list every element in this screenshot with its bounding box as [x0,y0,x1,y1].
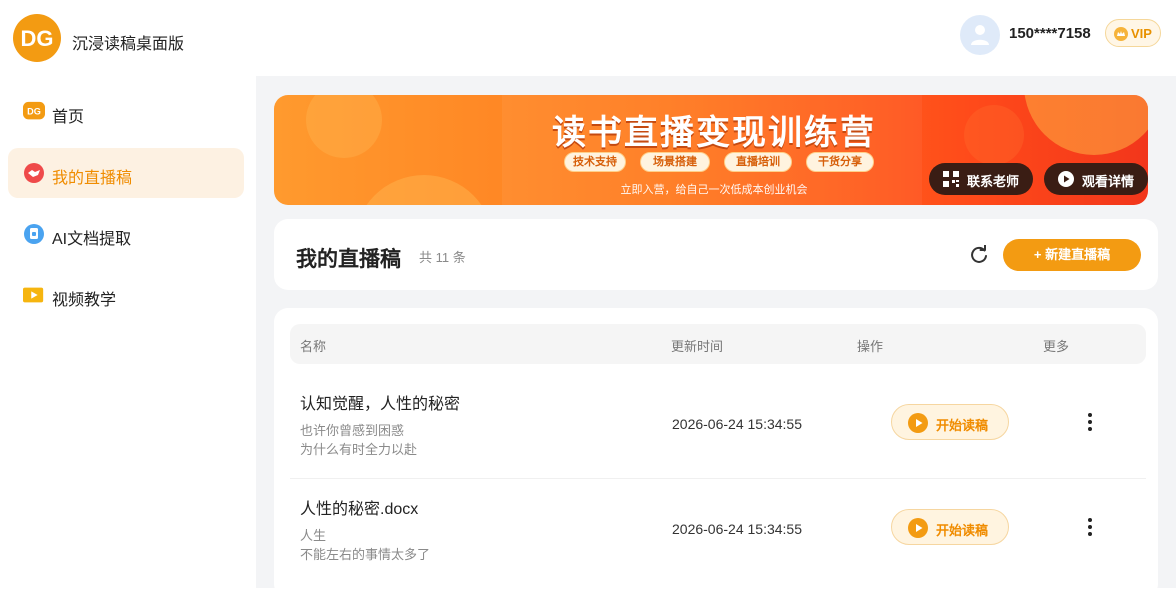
banner-tag: 直播培训 [724,152,792,172]
banner-tag: 技术支持 [564,152,626,172]
script-preview-line: 人生 [300,528,327,543]
qrcode-icon [943,171,959,187]
table-row[interactable]: 人性的秘密.docx 人生 不能左右的事情太多了 2026-06-24 15:3… [290,478,1146,583]
column-header-updated: 更新时间 [671,339,724,354]
column-header-name: 名称 [300,339,327,354]
sidebar-item-label: 视频教学 [52,292,117,309]
watch-details-label: 观看详情 [1082,174,1135,189]
sidebar-item-my-scripts[interactable]: 我的直播稿 [8,148,244,198]
sidebar-item-home[interactable]: DG 首页 [8,87,244,137]
updated-time: 2026-06-24 15:34:55 [672,521,802,537]
table-header: 名称 更新时间 操作 更多 [290,324,1146,364]
refresh-icon[interactable] [969,245,989,265]
start-reading-label: 开始读稿 [936,418,989,433]
document-icon [24,224,44,244]
play-circle-icon [908,518,928,538]
start-reading-button[interactable]: 开始读稿 [891,509,1009,545]
table-row[interactable]: 认知觉醒，人性的秘密 也许你曾感到困惑 为什么有时全力以赴 2026-06-24… [290,374,1146,478]
app-title: 沉浸读稿桌面版 [72,36,185,53]
script-preview-line: 为什么有时全力以赴 [300,442,418,457]
script-preview-line: 不能左右的事情太多了 [300,547,431,562]
sidebar-item-label: 我的直播稿 [52,170,133,187]
start-reading-label: 开始读稿 [936,523,989,538]
banner-tag: 干货分享 [806,152,874,172]
user-phone: 150****7158 [1009,25,1091,42]
svg-text:DG: DG [27,107,41,117]
sidebar-item-video-tutorial[interactable]: 视频教学 [8,270,244,320]
sidebar: DG 首页 我的直播稿 AI文档提取 视频教学 [0,76,256,588]
user-avatar[interactable] [960,15,1000,55]
play-circle-icon [1058,171,1074,187]
home-logo-icon: DG [23,101,45,120]
start-reading-button[interactable]: 开始读稿 [891,404,1009,440]
script-list: 名称 更新时间 操作 更多 认知觉醒，人性的秘密 也许你曾感到困惑 为什么有时全… [274,308,1158,598]
contact-teacher-button[interactable]: 联系老师 [929,163,1033,195]
page-title: 我的直播稿 [296,248,401,271]
video-play-icon [23,287,44,303]
app-logo: DG [11,14,63,66]
main-content: 读书直播变现训练营 技术支持 场景搭建 直播培训 干货分享 立即入营，给自己一次… [256,76,1176,598]
play-circle-icon [908,413,928,433]
new-script-button[interactable]: + 新建直播稿 [1003,239,1141,271]
vip-label: VIP [1131,26,1152,41]
banner-tag: 场景搭建 [640,152,710,172]
more-options-icon[interactable] [1080,410,1100,434]
vip-badge[interactable]: VIP [1105,19,1161,47]
page-header-card: 我的直播稿 共 11 条 + 新建直播稿 [274,219,1158,290]
sidebar-item-ai-extract[interactable]: AI文档提取 [8,209,244,259]
handshake-icon [24,163,44,183]
script-preview-line: 也许你曾感到困惑 [300,423,405,438]
more-options-icon[interactable] [1080,515,1100,539]
sidebar-item-label: AI文档提取 [52,231,132,248]
user-icon [971,25,989,45]
banner-title: 读书直播变现训练营 [552,114,876,152]
column-header-actions: 操作 [857,339,884,354]
watch-details-button[interactable]: 观看详情 [1044,163,1148,195]
updated-time: 2026-06-24 15:34:55 [672,416,802,432]
contact-teacher-label: 联系老师 [967,174,1020,189]
column-header-more: 更多 [1043,339,1070,354]
promo-banner[interactable]: 读书直播变现训练营 技术支持 场景搭建 直播培训 干货分享 立即入营，给自己一次… [274,95,1148,205]
top-header: DG 沉浸读稿桌面版 150****7158 VIP [0,0,1176,76]
item-count: 共 11 条 [419,250,466,265]
crown-icon [1114,27,1128,41]
script-name: 认知觉醒，人性的秘密 [300,396,461,413]
svg-text:DG: DG [21,26,54,51]
script-name: 人性的秘密.docx [300,501,419,518]
sidebar-item-label: 首页 [52,109,85,126]
